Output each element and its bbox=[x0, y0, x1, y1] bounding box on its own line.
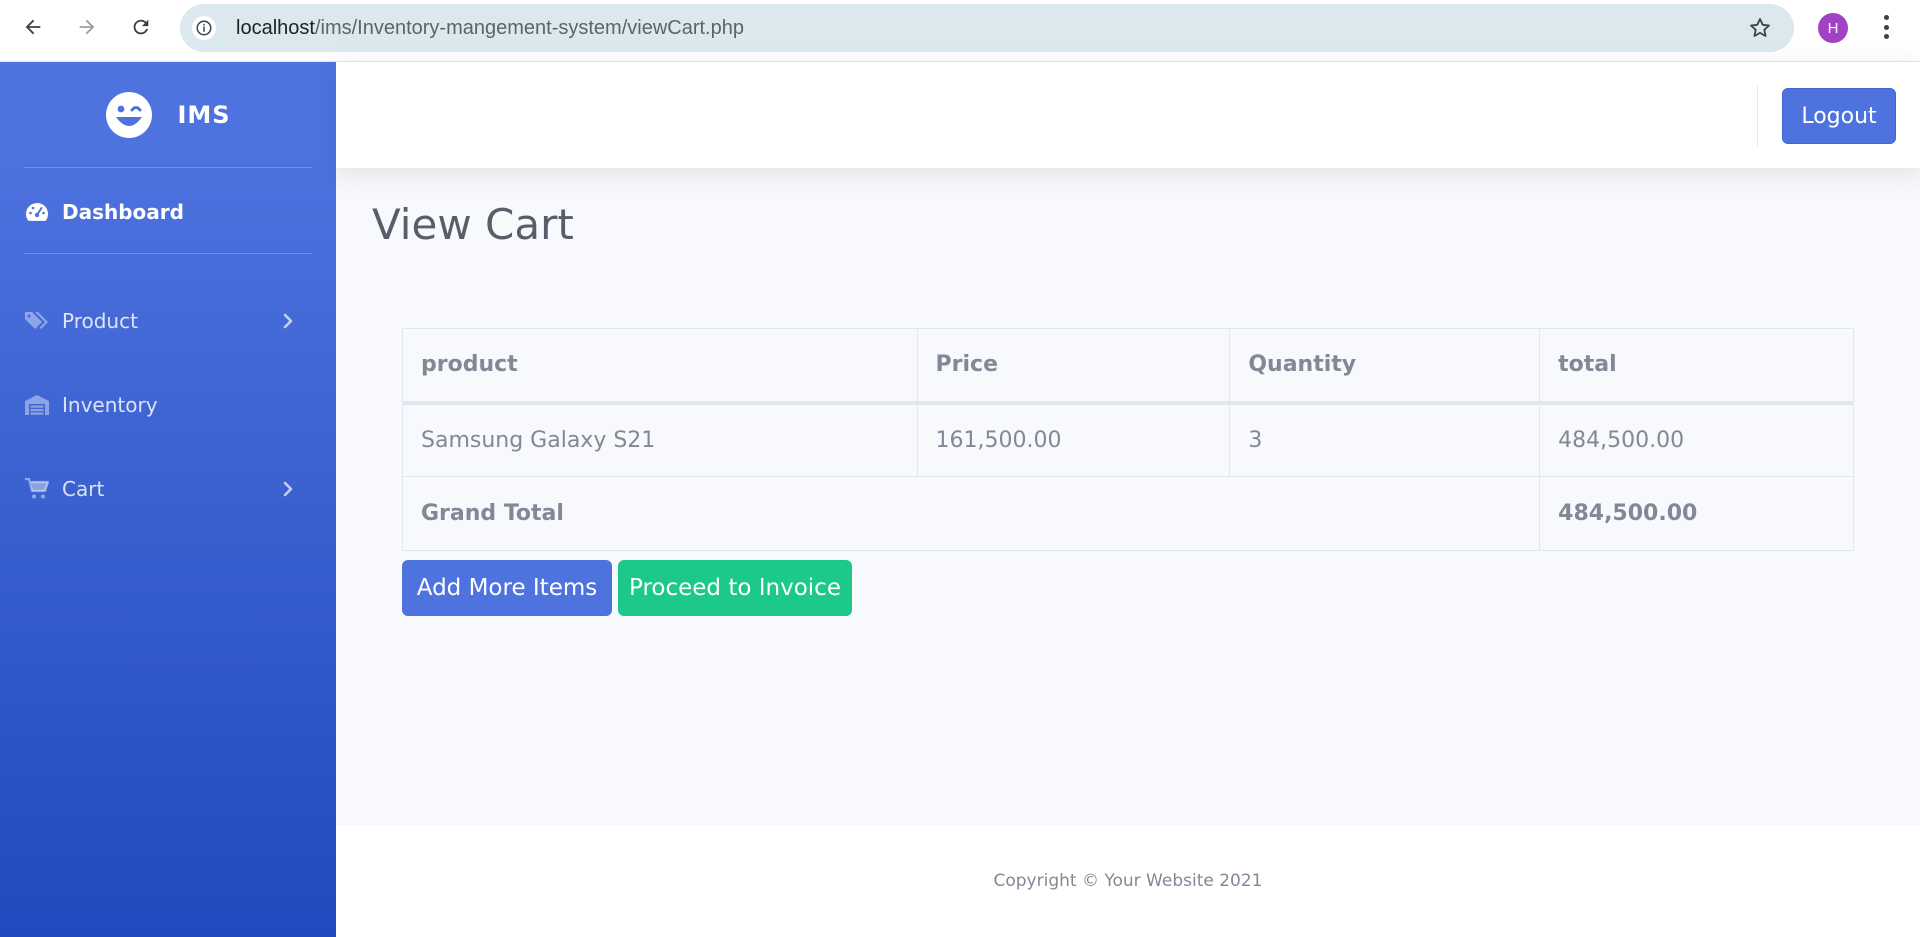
warehouse-icon bbox=[24, 392, 50, 418]
sidebar-divider bbox=[24, 167, 312, 168]
laugh-wink-icon bbox=[106, 92, 153, 138]
column-header-total: total bbox=[1539, 328, 1854, 405]
table-row: Samsung Galaxy S21 161,500.00 3 484,500.… bbox=[402, 402, 1854, 477]
grand-total-value: 484,500.00 bbox=[1539, 476, 1854, 551]
cell-total: 484,500.00 bbox=[1539, 402, 1854, 477]
column-header-quantity: Quantity bbox=[1229, 328, 1541, 405]
url-host: localhost bbox=[236, 17, 315, 39]
chevron-right-icon bbox=[283, 481, 293, 497]
table-header-row: product Price Quantity total bbox=[402, 328, 1854, 405]
sidebar-item-label: Product bbox=[62, 309, 138, 333]
sidebar-brand[interactable]: IMS bbox=[0, 62, 336, 168]
url-path: /ims/Inventory-mangement-system/viewCart… bbox=[314, 17, 744, 39]
sidebar: IMS Dashboard Product Inventory Cart bbox=[0, 62, 336, 937]
column-header-price: Price bbox=[916, 328, 1231, 405]
column-header-product: product bbox=[402, 328, 918, 405]
chevron-right-icon bbox=[283, 313, 293, 329]
url-text[interactable]: localhost/ims/Inventory-mangement-system… bbox=[236, 4, 744, 52]
sidebar-item-label: Inventory bbox=[62, 393, 158, 417]
sidebar-item-label: Cart bbox=[62, 477, 105, 501]
topbar-divider bbox=[1757, 86, 1758, 146]
sidebar-divider bbox=[24, 253, 312, 254]
cell-product: Samsung Galaxy S21 bbox=[402, 402, 918, 477]
topbar: Logout bbox=[336, 62, 1920, 168]
sidebar-item-label: Dashboard bbox=[62, 200, 184, 224]
forward-button[interactable] bbox=[70, 10, 104, 44]
back-button[interactable] bbox=[16, 10, 50, 44]
copyright-text: Copyright © Your Website 2021 bbox=[993, 871, 1263, 891]
browser-toolbar: localhost/ims/Inventory-mangement-system… bbox=[0, 0, 1920, 62]
address-bar[interactable]: localhost/ims/Inventory-mangement-system… bbox=[180, 4, 1794, 52]
cart-table: product Price Quantity total Samsung Gal… bbox=[401, 328, 1854, 551]
browser-menu-icon[interactable] bbox=[1874, 12, 1898, 42]
page-title: View Cart bbox=[372, 200, 574, 249]
sidebar-item-dashboard[interactable]: Dashboard bbox=[24, 192, 312, 232]
reload-icon bbox=[133, 19, 149, 35]
bookmark-star-icon[interactable] bbox=[1748, 16, 1772, 40]
site-info-icon[interactable] bbox=[192, 16, 216, 40]
grand-total-row: Grand Total 484,500.00 bbox=[401, 476, 1854, 551]
sidebar-item-cart[interactable]: Cart bbox=[24, 469, 312, 509]
arrow-left-icon bbox=[25, 19, 41, 35]
tachometer-icon bbox=[24, 199, 50, 225]
cell-quantity: 3 bbox=[1229, 402, 1541, 477]
cell-price: 161,500.00 bbox=[916, 402, 1231, 477]
grand-total-label: Grand Total bbox=[401, 476, 1541, 551]
logout-button[interactable]: Logout bbox=[1782, 88, 1896, 144]
footer: Copyright © Your Website 2021 bbox=[336, 825, 1920, 937]
sidebar-item-product[interactable]: Product bbox=[24, 301, 312, 341]
arrow-right-icon bbox=[79, 19, 95, 35]
reload-button[interactable] bbox=[124, 10, 158, 44]
sidebar-item-inventory[interactable]: Inventory bbox=[24, 385, 312, 425]
profile-avatar[interactable]: H bbox=[1818, 13, 1848, 43]
proceed-to-invoice-button[interactable]: Proceed to Invoice bbox=[618, 560, 852, 616]
cart-icon bbox=[24, 476, 50, 502]
brand-name: IMS bbox=[177, 101, 231, 129]
tags-icon bbox=[24, 308, 50, 334]
add-more-items-button[interactable]: Add More Items bbox=[402, 560, 612, 616]
